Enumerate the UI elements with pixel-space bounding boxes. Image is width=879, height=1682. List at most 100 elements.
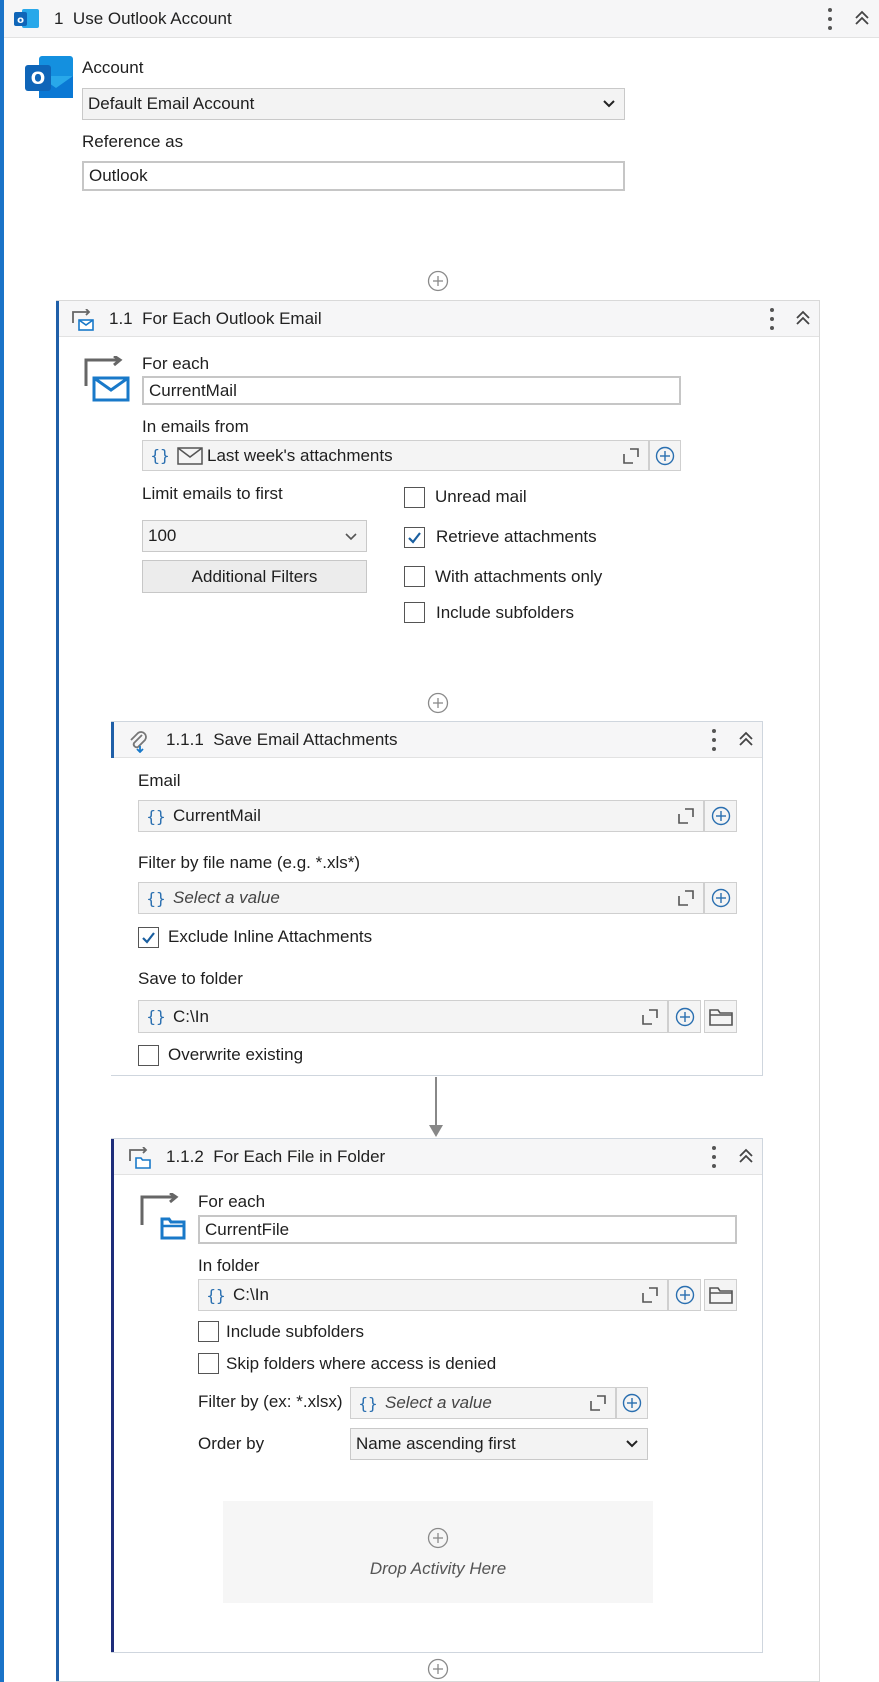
email-field[interactable]: {} CurrentMail: [138, 800, 704, 832]
svg-text:o: o: [17, 15, 24, 26]
step1-collapse-icon[interactable]: [852, 8, 872, 28]
step1-more-icon[interactable]: [820, 6, 840, 32]
file-include-subfolders-checkbox[interactable]: [198, 1321, 219, 1342]
plus-circle-icon: [622, 1393, 642, 1413]
step1-header[interactable]: o 1 Use Outlook Account: [4, 0, 879, 38]
file-include-subfolders-label: Include subfolders: [226, 1322, 364, 1341]
account-label: Account: [82, 58, 144, 77]
limit-value: 100: [148, 526, 177, 545]
step112-title: 1.1.2 For Each File in Folder: [166, 1147, 386, 1166]
drop-activity-text: Drop Activity Here: [369, 1559, 507, 1578]
skip-folders-label: Skip folders where access is denied: [226, 1354, 497, 1373]
in-emails-value: Last week's attachments: [207, 445, 393, 465]
checkmark-icon: [142, 932, 155, 944]
for-each-file-icon: [129, 1147, 151, 1169]
chevron-down-icon: [603, 100, 615, 108]
step111-more-icon[interactable]: [704, 727, 724, 753]
save-folder-browse-button[interactable]: [704, 1000, 737, 1033]
expand-icon[interactable]: [637, 1007, 661, 1027]
for-each-label: For each: [142, 354, 210, 373]
for-each-email-icon: [72, 309, 94, 331]
email-value: CurrentMail: [173, 806, 261, 825]
add-step-icon[interactable]: [427, 270, 449, 292]
variable-brace-icon: {}: [146, 806, 166, 826]
step11-header[interactable]: 1.1 For Each Outlook Email: [59, 301, 819, 337]
step1-title: 1 Use Outlook Account: [54, 9, 232, 28]
outlook-icon: o: [14, 9, 39, 28]
order-by-label: Order by: [198, 1434, 265, 1453]
account-select[interactable]: Default Email Account: [82, 88, 625, 120]
filter-field[interactable]: {} Select a value: [138, 882, 704, 914]
overwrite-checkbox[interactable]: [138, 1045, 159, 1066]
add-step-icon[interactable]: [427, 692, 449, 714]
plus-circle-icon: [655, 446, 675, 465]
expand-icon[interactable]: [618, 446, 642, 466]
retrieve-attachments-checkbox[interactable]: [404, 527, 425, 548]
variable-brace-icon: {}: [146, 1007, 166, 1026]
in-folder-browse-button[interactable]: [704, 1279, 737, 1311]
limit-label: Limit emails to first: [142, 484, 283, 503]
in-folder-label: In folder: [198, 1256, 260, 1275]
file-filter-label: Filter by (ex: *.xlsx): [198, 1392, 343, 1411]
variable-brace-icon: {}: [206, 1285, 226, 1305]
filter-add-button[interactable]: [704, 882, 737, 914]
add-activity-icon[interactable]: [427, 1527, 449, 1549]
retrieve-attachments-label: Retrieve attachments: [436, 527, 597, 546]
for-each-input[interactable]: CurrentMail: [142, 376, 681, 405]
email-label: Email: [138, 771, 181, 790]
reference-label: Reference as: [82, 132, 184, 151]
chevron-down-icon: [626, 1440, 638, 1448]
in-folder-value: C:\In: [233, 1285, 269, 1304]
reference-input[interactable]: Outlook: [82, 161, 625, 191]
variable-brace-icon: {}: [150, 446, 170, 465]
file-filter-add-button[interactable]: [616, 1387, 648, 1419]
step1-accent-bar: [0, 0, 4, 1682]
order-by-select[interactable]: Name ascending first: [350, 1428, 648, 1460]
exclude-inline-label: Exclude Inline Attachments: [168, 927, 373, 946]
step11-collapse-icon[interactable]: [793, 308, 813, 328]
step111-title: 1.1.1 Save Email Attachments: [166, 730, 398, 749]
with-attachments-checkbox[interactable]: [404, 566, 425, 587]
additional-filters-button[interactable]: Additional Filters: [142, 560, 367, 593]
variable-brace-icon: {}: [358, 1393, 378, 1413]
save-folder-value: C:\In: [173, 1006, 209, 1026]
step112-header[interactable]: 1.1.2 For Each File in Folder: [114, 1139, 762, 1175]
with-attachments-label: With attachments only: [435, 567, 603, 586]
exclude-inline-checkbox[interactable]: [138, 927, 159, 948]
step111-header[interactable]: 1.1.1 Save Email Attachments: [114, 722, 762, 758]
unread-mail-checkbox[interactable]: [404, 487, 425, 508]
drop-activity-zone[interactable]: Drop Activity Here: [223, 1501, 653, 1603]
in-emails-add-button[interactable]: [649, 440, 681, 471]
file-for-each-label: For each: [198, 1192, 266, 1211]
in-emails-field[interactable]: {} Last week's attachments: [142, 440, 649, 471]
email-add-button[interactable]: [704, 800, 737, 832]
save-folder-add-button[interactable]: [668, 1000, 701, 1033]
paperclip-icon: [130, 731, 147, 753]
expand-icon[interactable]: [673, 806, 697, 826]
expand-icon[interactable]: [673, 888, 697, 908]
step11-more-icon[interactable]: [762, 306, 782, 332]
in-folder-field[interactable]: {} C:\In: [198, 1279, 668, 1311]
checkmark-icon: [408, 532, 421, 544]
file-filter-field[interactable]: {} Select a value: [350, 1387, 616, 1419]
step11-title: 1.1 For Each Outlook Email: [109, 309, 322, 328]
include-subfolders-label: Include subfolders: [436, 603, 574, 622]
flow-arrow-icon: [429, 1077, 443, 1137]
step112-more-icon[interactable]: [704, 1144, 724, 1170]
mail-icon: [177, 446, 203, 465]
skip-folders-checkbox[interactable]: [198, 1353, 219, 1374]
expand-icon[interactable]: [585, 1393, 609, 1413]
file-for-each-input[interactable]: CurrentFile: [198, 1215, 737, 1244]
order-by-value: Name ascending first: [356, 1434, 516, 1453]
plus-circle-icon: [675, 1007, 694, 1026]
account-value: Default Email Account: [88, 94, 255, 113]
expand-icon[interactable]: [637, 1285, 661, 1305]
limit-select[interactable]: 100: [142, 520, 367, 552]
include-subfolders-checkbox[interactable]: [404, 602, 425, 623]
step111-collapse-icon[interactable]: [736, 729, 756, 749]
overwrite-label: Overwrite existing: [168, 1045, 304, 1064]
step112-collapse-icon[interactable]: [736, 1146, 756, 1166]
add-step-icon[interactable]: [427, 1658, 449, 1680]
save-folder-field[interactable]: {} C:\In: [138, 1000, 668, 1033]
in-folder-add-button[interactable]: [668, 1279, 701, 1311]
